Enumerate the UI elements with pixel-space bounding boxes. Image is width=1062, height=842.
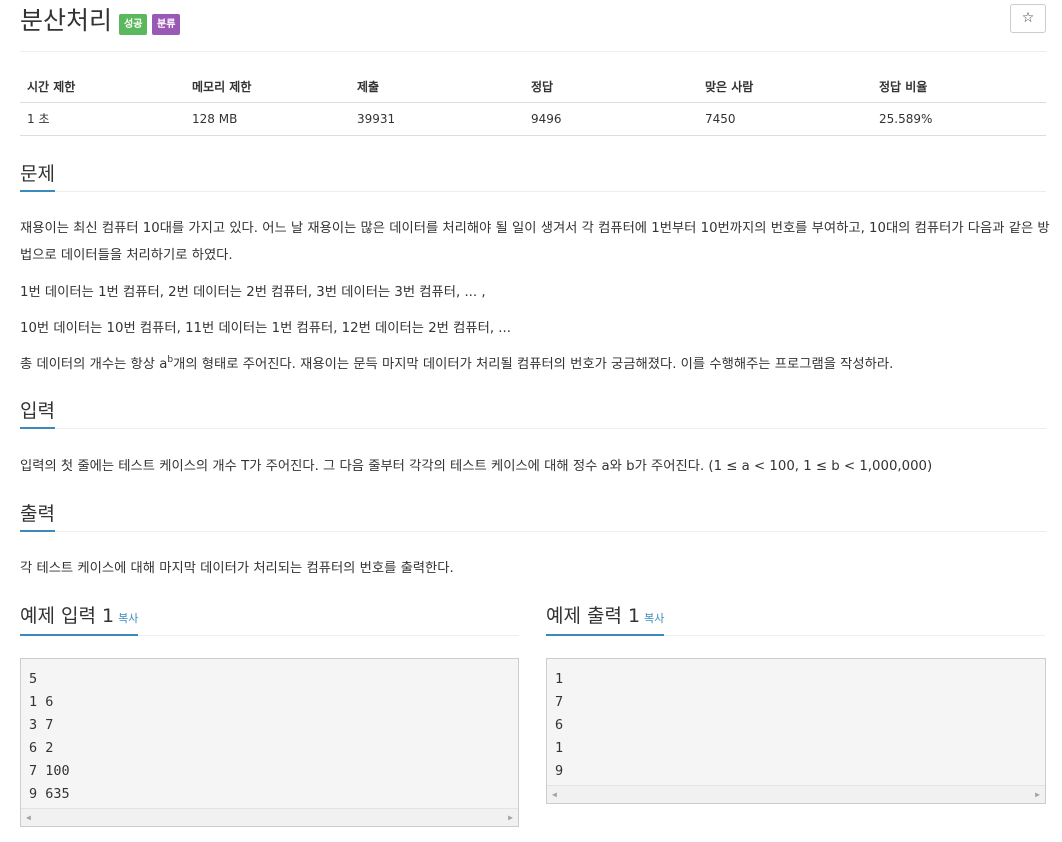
sample-input-line: 7 100: [29, 763, 70, 779]
scroll-right-icon[interactable]: ▶: [508, 812, 513, 824]
output-description: 각 테스트 케이스에 대해 마지막 데이터가 처리되는 컴퓨터의 번호를 출력한…: [20, 561, 454, 576]
sample-input-line: 3 7: [29, 717, 54, 733]
time-limit-value: 1 초: [20, 102, 185, 136]
time-limit-header: 시간 제한: [20, 72, 185, 103]
sample-output-line: 9: [555, 763, 564, 779]
problem-description-2: 1번 데이터는 1번 컴퓨터, 2번 데이터는 2번 컴퓨터, 3번 데이터는 …: [20, 285, 486, 300]
submissions-value: 39931: [350, 102, 524, 136]
star-icon: ☆: [1021, 10, 1035, 26]
sample-input-line: 9 635: [29, 786, 70, 802]
scroll-left-icon[interactable]: ◀: [26, 812, 31, 824]
submissions-header: 제출: [350, 72, 524, 103]
problem-title: 분산처리: [20, 6, 113, 35]
sample-input-line: 6 2: [29, 740, 54, 756]
output-heading: 출력: [20, 499, 55, 532]
category-badge[interactable]: 분류: [152, 14, 181, 35]
sample-output-line: 1: [555, 740, 564, 756]
scroll-left-icon[interactable]: ◀: [552, 789, 557, 801]
horizontal-scrollbar[interactable]: ◀ ▶: [547, 785, 1045, 803]
horizontal-scrollbar[interactable]: ◀ ▶: [21, 808, 518, 826]
problem-description-3: 10번 데이터는 10번 컴퓨터, 11번 데이터는 1번 컴퓨터, 12번 데…: [20, 321, 511, 336]
problem-description-4: 총 데이터의 개수는 항상 ab개의 형태로 주어진다. 재용이는 문득 마지막…: [20, 351, 1050, 378]
sample-output-heading: 예제 출력 1 복사: [546, 600, 665, 636]
success-badge[interactable]: 성공: [119, 14, 148, 35]
info-value-row: 1 초 128 MB 39931 9496 7450 25.589%: [20, 102, 1046, 136]
problem-heading: 문제: [20, 159, 55, 192]
sample-input-box[interactable]: 5 1 6 3 7 6 2 7 100 9 635 ◀ ▶: [20, 658, 519, 827]
scroll-right-icon[interactable]: ▶: [1035, 789, 1040, 801]
problem-section-header: 문제: [20, 159, 1046, 192]
solvers-value: 7450: [698, 102, 872, 136]
p4-after: 개의 형태로 주어진다. 재용이는 문득 마지막 데이터가 처리될 컴퓨터의 번…: [173, 357, 894, 372]
memory-limit-header: 메모리 제한: [185, 72, 350, 103]
copy-output-link[interactable]: 복사: [644, 612, 664, 625]
info-header-row: 시간 제한 메모리 제한 제출 정답 맞은 사람 정답 비율: [20, 72, 1046, 103]
sample-input-line: 1 6: [29, 694, 54, 710]
accepted-header: 정답: [524, 72, 698, 103]
sample-input-line: 5: [29, 671, 38, 687]
ratio-header: 정답 비율: [872, 72, 1046, 103]
problem-description-1: 재용이는 최신 컴퓨터 10대를 가지고 있다. 어느 날 재용이는 많은 데이…: [20, 221, 1050, 263]
input-section-header: 입력: [20, 396, 1046, 429]
sample-input-heading: 예제 입력 1 복사: [20, 600, 139, 636]
memory-limit-value: 128 MB: [185, 102, 350, 136]
input-heading: 입력: [20, 396, 55, 429]
copy-input-link[interactable]: 복사: [118, 612, 138, 625]
sample-output-line: 7: [555, 694, 564, 710]
sample-output-line: 1: [555, 671, 564, 687]
sample-output-box[interactable]: 1 7 6 1 9 ◀ ▶: [546, 658, 1046, 804]
star-button[interactable]: ☆: [1010, 4, 1046, 33]
sample-input-title: 예제 입력 1: [20, 605, 115, 627]
sample-input-header: 예제 입력 1 복사: [20, 600, 519, 636]
problem-info-table: 시간 제한 메모리 제한 제출 정답 맞은 사람 정답 비율 1 초 128 M…: [20, 72, 1046, 136]
solvers-header: 맞은 사람: [698, 72, 872, 103]
page-header: 분산처리 성공 분류 ☆: [20, 0, 1046, 52]
sample-output-line: 6: [555, 717, 564, 733]
accepted-value: 9496: [524, 102, 698, 136]
sample-output-header: 예제 출력 1 복사: [546, 600, 1045, 636]
ratio-value: 25.589%: [872, 102, 1046, 136]
input-description: 입력의 첫 줄에는 테스트 케이스의 개수 T가 주어진다. 그 다음 줄부터 …: [20, 459, 933, 474]
output-section-header: 출력: [20, 499, 1046, 532]
sample-output-title: 예제 출력 1: [546, 605, 641, 627]
p4-before: 총 데이터의 개수는 항상 a: [20, 357, 168, 372]
